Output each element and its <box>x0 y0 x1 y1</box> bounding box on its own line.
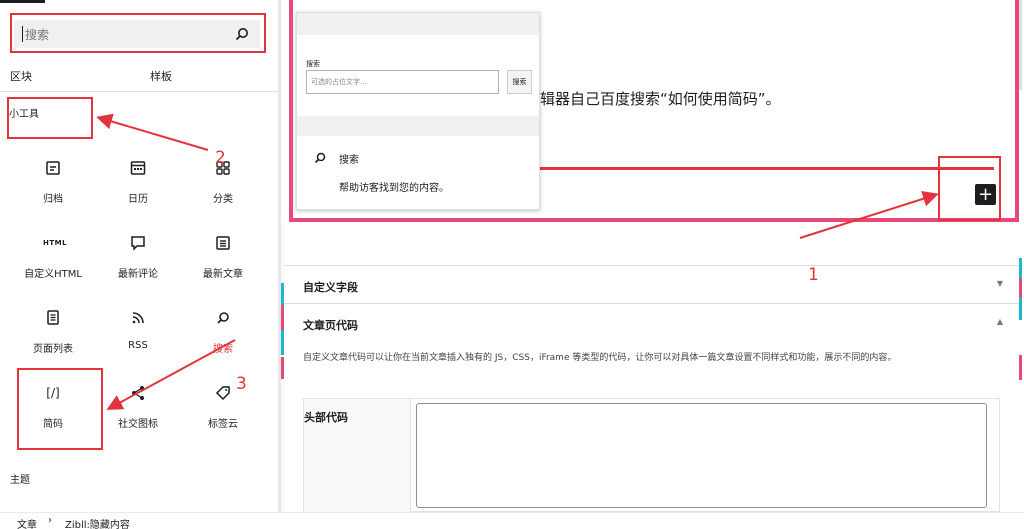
block-calendar[interactable]: 日历 <box>98 158 178 220</box>
block-label: 搜索 <box>213 344 233 355</box>
block-archives[interactable]: 归档 <box>13 158 93 220</box>
accent-strip <box>1019 278 1022 298</box>
shortcode-icon: [/] <box>46 386 60 400</box>
preview-search-button: 搜索 <box>507 70 532 94</box>
search-placeholder: 搜索 <box>25 28 50 42</box>
page-list-icon <box>47 310 59 325</box>
breadcrumb-item-block[interactable]: Zibll:隐藏内容 <box>65 516 130 529</box>
annotation-number-1: 1 <box>808 265 819 285</box>
category-theme: 主题 <box>10 475 30 486</box>
tab-patterns[interactable]: 样板 <box>150 68 172 84</box>
block-page-list[interactable]: 页面列表 <box>13 308 93 370</box>
block-latest-comments[interactable]: 最新评论 <box>98 233 178 295</box>
chevron-down-icon[interactable]: ▼ <box>997 279 1003 288</box>
head-code-textarea[interactable] <box>416 403 987 508</box>
post-code-description: 自定义文章代码可以让你在当前文章插入独有的 JS，CSS，iFrame 等类型的… <box>303 353 897 363</box>
comment-icon <box>131 236 145 251</box>
meta-boxes-area: 自定义字段 ▼ 文章页代码 ▲ 自定义文章代码可以让你在当前文章插入独有的 JS… <box>284 265 1019 513</box>
block-rss[interactable]: RSS <box>98 308 178 370</box>
block-label: 最新文章 <box>203 269 243 280</box>
archive-icon <box>46 161 60 175</box>
block-preview-popover: 搜索 可选的占位文字… 搜索 搜索 帮助访客找到您的内容。 <box>296 12 540 210</box>
block-search[interactable]: 搜索 <box>183 308 263 370</box>
annotation-number-3: 3 <box>236 374 247 394</box>
toolbar-edge <box>0 0 45 3</box>
custom-fields-title: 自定义字段 <box>303 281 358 294</box>
block-latest-posts[interactable]: 最新文章 <box>183 233 263 295</box>
head-code-label-cell: 头部代码 <box>304 399 411 513</box>
post-code-panel-header[interactable]: 文章页代码 ▲ <box>284 303 1019 341</box>
block-label: 最新评论 <box>118 269 158 280</box>
annotation-number-2: 2 <box>215 148 226 168</box>
accent-strip <box>1019 298 1022 320</box>
preview-block-description: 帮助访客找到您的内容。 <box>339 183 449 194</box>
block-search-input[interactable]: 搜索 <box>14 20 260 48</box>
right-scrollbar[interactable] <box>1019 0 1022 90</box>
calendar-icon <box>130 161 146 175</box>
accent-strip <box>1019 355 1022 380</box>
block-label: RSS <box>128 340 148 351</box>
block-custom-html[interactable]: HTML 自定义HTML <box>13 233 93 295</box>
breadcrumb: 文章 › Zibll:隐藏内容 <box>0 512 1024 529</box>
text-caret <box>22 26 23 42</box>
breadcrumb-separator: › <box>48 515 52 526</box>
head-code-label: 头部代码 <box>304 411 348 424</box>
preview-block-title: 搜索 <box>339 155 359 166</box>
block-social-icons[interactable]: 社交图标 <box>98 383 178 445</box>
block-label: 简码 <box>43 419 63 430</box>
accent-strip <box>1019 258 1022 278</box>
block-label: 社交图标 <box>118 419 158 430</box>
preview-search-label: 搜索 <box>306 60 320 68</box>
paragraph-block-text[interactable]: 辑器自己百度搜索“如何使用简码”。 <box>540 88 781 109</box>
preview-divider-band <box>297 116 539 136</box>
preview-header-band <box>297 13 539 35</box>
category-widgets: 小工具 <box>9 109 39 120</box>
post-list-icon <box>216 236 230 250</box>
search-icon <box>314 152 326 164</box>
html-icon: HTML <box>43 239 68 247</box>
chevron-up-icon[interactable]: ▲ <box>997 317 1003 326</box>
head-code-row: 头部代码 <box>303 398 1000 513</box>
block-label: 页面列表 <box>33 344 73 355</box>
breadcrumb-item-post[interactable]: 文章 <box>17 516 37 529</box>
block-tag-cloud[interactable]: 标签云 <box>183 383 263 445</box>
add-block-button[interactable]: + <box>975 184 996 205</box>
preview-search-input: 可选的占位文字… <box>306 70 499 94</box>
tag-icon <box>215 386 230 401</box>
share-icon <box>132 386 144 400</box>
block-shortcode[interactable]: [/] 简码 <box>13 383 93 445</box>
post-code-title: 文章页代码 <box>303 319 358 332</box>
block-label: 归档 <box>43 194 63 205</box>
search-icon <box>217 312 229 324</box>
block-label: 日历 <box>128 194 148 205</box>
inserter-tabs: 区块 样板 <box>0 62 280 92</box>
custom-fields-panel-header[interactable]: 自定义字段 ▼ <box>284 265 1019 303</box>
rss-icon <box>132 312 144 324</box>
block-label: 分类 <box>213 194 233 205</box>
tab-blocks[interactable]: 区块 <box>10 68 32 84</box>
search-icon[interactable] <box>234 26 250 42</box>
block-label: 标签云 <box>208 419 238 430</box>
block-label: 自定义HTML <box>24 269 82 280</box>
